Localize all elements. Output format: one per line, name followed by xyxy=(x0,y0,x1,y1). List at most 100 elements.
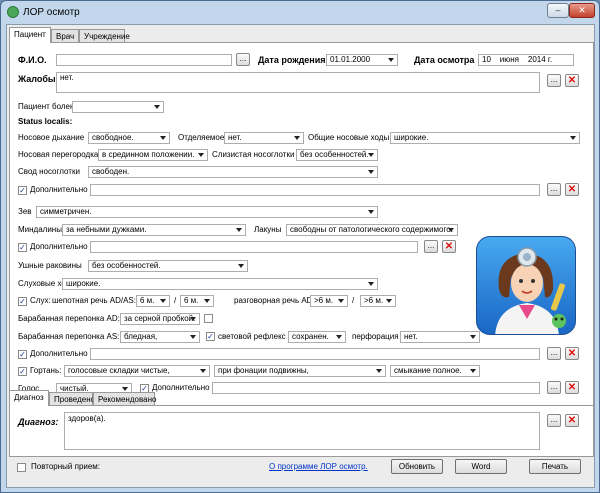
whisper-as-select[interactable]: 6 м. xyxy=(180,295,214,307)
larynx-checkbox[interactable]: ✓ xyxy=(18,367,27,376)
reflex-select[interactable]: сохранен. xyxy=(288,331,346,343)
eardrum-as-label: Барабанная перепонка AS: xyxy=(18,332,120,341)
septum-label: Носовая перегородка xyxy=(18,150,99,159)
app-window: ЛОР осмотр – ✕ Пациент Врач Учреждение Ф… xyxy=(0,0,600,493)
hearing-checkbox[interactable]: ✓ xyxy=(18,297,27,306)
app-icon xyxy=(7,6,19,18)
speech-as-select[interactable]: >6 м. xyxy=(360,295,396,307)
ear-extra-input[interactable] xyxy=(90,348,540,360)
ear-canals-select[interactable]: широкие. xyxy=(62,278,378,290)
vault-label: Свод носоглотки xyxy=(18,167,80,176)
lacunae-select[interactable]: свободны от патологического содержимого. xyxy=(286,224,458,236)
ear-extra-browse-button[interactable]: ... xyxy=(547,347,561,360)
refresh-button[interactable]: Обновить xyxy=(391,459,443,474)
closure-select[interactable]: смыкание полное. xyxy=(390,365,480,377)
tonsils-select[interactable]: за небными дужками. xyxy=(62,224,246,236)
nasal-passages-select[interactable]: широкие. xyxy=(390,132,580,144)
patient-panel: Ф.И.О. ... Дата рождения 01.01.2000 Дата… xyxy=(9,42,594,410)
sick-label: Пациент болен xyxy=(18,102,75,111)
whisper-ad-select[interactable]: 6 м. xyxy=(136,295,170,307)
mucosa-label: Слизистая носоглотки xyxy=(212,150,295,159)
throat-extra-input[interactable] xyxy=(90,241,418,253)
larynx-extra-browse-button[interactable]: ... xyxy=(547,381,561,394)
tab-patient[interactable]: Пациент xyxy=(9,27,51,43)
eardrum-ad-label: Барабанная перепонка AD: xyxy=(18,314,120,323)
ear-extra-checkbox[interactable]: ✓ xyxy=(18,350,27,359)
exam-year: 2014 г. xyxy=(527,55,553,64)
diagnosis-browse-button[interactable]: ... xyxy=(547,414,561,427)
tab-diagnosis[interactable]: Диагноз xyxy=(9,390,49,406)
discharge-select[interactable]: нет. xyxy=(224,132,304,144)
minimize-button[interactable]: – xyxy=(547,3,569,18)
complaints-input[interactable]: нет. xyxy=(56,72,540,93)
print-button[interactable]: Печать xyxy=(529,459,581,474)
complaints-label: Жалобы: xyxy=(18,74,59,84)
tab-institution[interactable]: Учреждение xyxy=(79,29,130,43)
ear-shells-select[interactable]: без особенностей. xyxy=(88,260,248,272)
doctor-illustration xyxy=(476,236,576,335)
window-title: ЛОР осмотр xyxy=(23,7,80,18)
larynx-label: Гортань: xyxy=(30,366,62,375)
nose-extra-label: Дополнительно xyxy=(30,185,88,194)
tonsils-label: Миндалины xyxy=(18,225,62,234)
fio-input[interactable] xyxy=(56,54,232,66)
perforation-select[interactable]: нет. xyxy=(400,331,480,343)
vocal-folds-select[interactable]: голосовые складки чистые, xyxy=(64,365,210,377)
eardrum-ad-select[interactable]: за серной пробкой. xyxy=(120,313,200,325)
nose-extra-browse-button[interactable]: ... xyxy=(547,183,561,196)
mucosa-select[interactable]: без особенностей. xyxy=(296,149,378,161)
word-export-button[interactable]: Word xyxy=(455,459,507,474)
exam-day: 10 xyxy=(482,55,491,64)
complaints-label-text: Жалобы xyxy=(18,74,56,84)
repeat-visit-checkbox[interactable] xyxy=(17,463,26,472)
tab-doctor[interactable]: Врач xyxy=(51,29,79,43)
whisper-slash: / xyxy=(174,296,177,305)
diagnosis-panel: Диагноз: здоров(а). ... ✕ xyxy=(9,405,594,457)
exam-date-picker[interactable]: 10 июня 2014 г. xyxy=(478,54,574,66)
close-window-button[interactable]: ✕ xyxy=(569,3,595,18)
larynx-extra-clear-icon[interactable]: ✕ xyxy=(565,381,579,394)
throat-extra-checkbox[interactable]: ✓ xyxy=(18,243,27,252)
about-link[interactable]: О программе ЛОР осмотр. xyxy=(269,462,368,472)
nasal-breathing-label: Носовое дыхание xyxy=(18,133,85,142)
vault-select[interactable]: свободен. xyxy=(88,166,378,178)
nasal-breathing-select[interactable]: свободное. xyxy=(88,132,170,144)
tab-performed[interactable]: Проведено xyxy=(49,392,95,406)
lacunae-label: Лакуны xyxy=(254,225,282,234)
nose-extra-input[interactable] xyxy=(90,184,540,196)
ear-shells-label: Ушные раковины xyxy=(18,261,82,270)
nose-extra-checkbox[interactable]: ✓ xyxy=(18,186,27,195)
birth-date-picker[interactable]: 01.01.2000 xyxy=(326,54,398,66)
diagnosis-label: Диагноз: xyxy=(18,417,58,427)
throat-extra-label: Дополнительно xyxy=(30,242,88,251)
complaints-clear-icon[interactable]: ✕ xyxy=(565,74,579,87)
perforation-label: перфорация xyxy=(352,332,399,341)
title-bar[interactable]: ЛОР осмотр – ✕ xyxy=(1,1,599,25)
complaints-browse-button[interactable]: ... xyxy=(547,74,561,87)
reflex-checkbox[interactable]: ✓ xyxy=(206,332,215,341)
repeat-visit-label: Повторный прием: xyxy=(31,462,101,471)
sick-select[interactable] xyxy=(72,101,164,113)
larynx-extra-input[interactable] xyxy=(212,382,540,394)
status-localis-label: Status localis: xyxy=(18,117,73,126)
fio-label: Ф.И.О. xyxy=(18,55,47,65)
larynx-extra-label: Дополнительно xyxy=(152,383,210,392)
eardrum-ad-checkbox[interactable] xyxy=(204,314,213,323)
ear-extra-clear-icon[interactable]: ✕ xyxy=(565,347,579,360)
speech-ad-select[interactable]: >6 м. xyxy=(310,295,348,307)
pharynx-select[interactable]: симметричен. xyxy=(36,206,378,218)
diagnosis-label-text: Диагноз xyxy=(18,417,56,427)
diagnosis-clear-icon[interactable]: ✕ xyxy=(565,414,579,427)
throat-extra-browse-button[interactable]: ... xyxy=(424,240,438,253)
throat-extra-clear-icon[interactable]: ✕ xyxy=(442,240,456,253)
phonation-select[interactable]: при фонации подвижны, xyxy=(214,365,386,377)
eardrum-as-select[interactable]: бледная, xyxy=(120,331,200,343)
tab-recommended[interactable]: Рекомендовано xyxy=(93,392,156,406)
septum-select[interactable]: в срединном положении. xyxy=(98,149,208,161)
nose-extra-clear-icon[interactable]: ✕ xyxy=(565,183,579,196)
diagnosis-input[interactable]: здоров(а). xyxy=(64,412,540,450)
whisper-label: шепотная речь AD/AS: xyxy=(52,296,136,305)
exam-month: июня xyxy=(499,55,520,64)
pharynx-label: Зев xyxy=(18,207,32,216)
fio-browse-button[interactable]: ... xyxy=(236,53,250,66)
